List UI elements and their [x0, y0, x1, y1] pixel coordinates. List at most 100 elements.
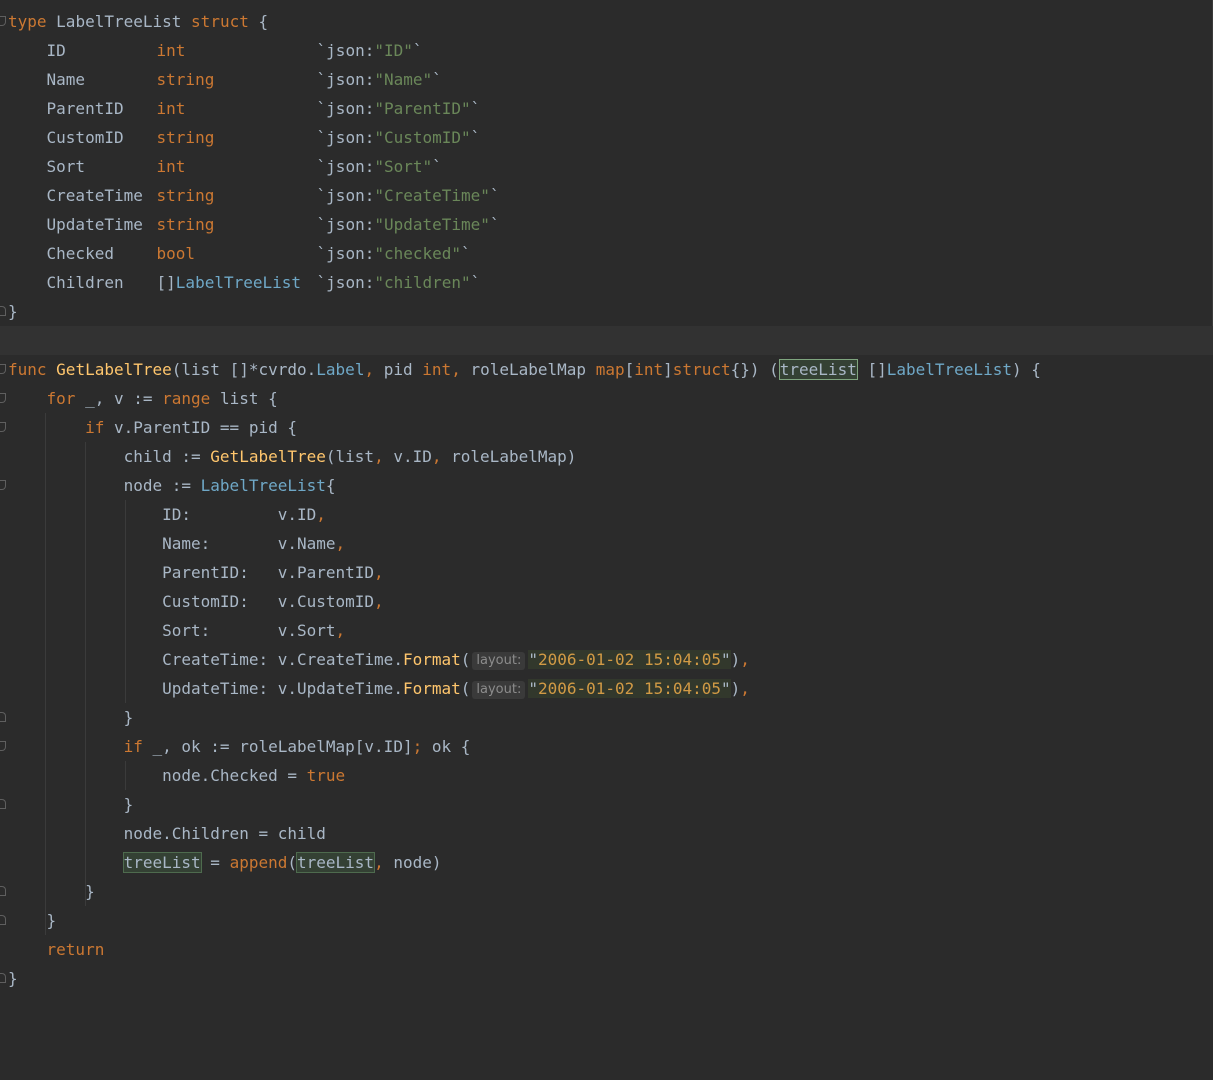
code-line[interactable]: ParentID: v.ParentID, — [0, 558, 1213, 587]
struct-value: v.Name — [277, 534, 336, 553]
struct-value: v.Sort — [277, 621, 336, 640]
field-name: Checked — [46, 244, 114, 263]
fold-icon[interactable] — [0, 799, 6, 809]
tag-key: json: — [326, 273, 375, 292]
fold-icon[interactable] — [0, 393, 6, 403]
caret-line[interactable] — [0, 326, 1213, 355]
fold-icon[interactable] — [0, 364, 6, 374]
struct-value: v.CreateTime. — [277, 650, 403, 669]
field-name: ParentID — [46, 99, 124, 118]
code-line[interactable]: } — [0, 906, 1213, 935]
field-name: Children — [46, 273, 124, 292]
fold-icon[interactable] — [0, 973, 6, 983]
brace: } — [123, 708, 134, 727]
keyword: struct — [191, 12, 249, 31]
code-line[interactable]: func GetLabelTree(list []*cvrdo.Label, p… — [0, 355, 1213, 384]
code-text: (list — [325, 447, 375, 466]
fold-icon[interactable] — [0, 480, 6, 490]
usage-highlight[interactable]: treeList — [295, 852, 376, 873]
fold-icon[interactable] — [0, 422, 6, 432]
field-name: UpdateTime — [46, 215, 143, 234]
field-type: int — [156, 41, 186, 60]
parameter-hint: layout: — [472, 652, 526, 670]
tag-value: "CustomID" — [374, 128, 471, 147]
param-type: []*cvrdo. — [229, 360, 317, 379]
code-line[interactable]: ID: v.ID, — [0, 500, 1213, 529]
code-line[interactable]: CustomID string `json:"CustomID"` — [0, 123, 1213, 152]
keyword: return — [46, 940, 105, 959]
code-line[interactable]: Sort int `json:"Sort"` — [0, 152, 1213, 181]
code-line[interactable]: Name: v.Name, — [0, 529, 1213, 558]
struct-key: Name: — [162, 534, 278, 553]
method-call: Format — [402, 679, 461, 698]
struct-key: ParentID: — [162, 563, 278, 582]
keyword: type — [8, 12, 47, 31]
code-line[interactable]: } — [0, 703, 1213, 732]
keyword: if — [123, 737, 143, 756]
code-line[interactable]: if v.ParentID == pid { — [0, 413, 1213, 442]
code-line[interactable]: child := GetLabelTree(list, v.ID, roleLa… — [0, 442, 1213, 471]
code-line[interactable]: type LabelTreeList struct { — [0, 7, 1213, 36]
code-line[interactable]: UpdateTime: v.UpdateTime.Format(layout: "… — [0, 674, 1213, 703]
tag-value: "UpdateTime" — [374, 215, 490, 234]
code-line[interactable]: Children []LabelTreeList `json:"children"` — [0, 268, 1213, 297]
struct-value: v.ParentID — [277, 563, 375, 582]
date-layout-string[interactable]: "2006-01-02 15:04:05" — [528, 650, 731, 669]
struct-name: LabelTreeList — [56, 12, 182, 31]
code-line[interactable]: } — [0, 297, 1213, 326]
code-line[interactable]: ParentID int `json:"ParentID"` — [0, 94, 1213, 123]
field-name: ID — [46, 41, 66, 60]
code-line[interactable]: } — [0, 964, 1213, 993]
fold-icon[interactable] — [0, 306, 6, 316]
code-line[interactable]: ID int `json:"ID"` — [0, 36, 1213, 65]
code-line[interactable]: Sort: v.Sort, — [0, 616, 1213, 645]
struct-key: CustomID: — [162, 592, 278, 611]
code-line[interactable]: node.Checked = true — [0, 761, 1213, 790]
return-type: LabelTreeList — [886, 360, 1012, 379]
field-type: string — [156, 70, 215, 89]
code-line[interactable]: CreateTime: v.CreateTime.Format(layout: "… — [0, 645, 1213, 674]
fold-icon[interactable] — [0, 741, 6, 751]
param-type: int — [422, 360, 452, 379]
struct-key: Sort: — [162, 621, 278, 640]
slice-prefix: [] — [156, 273, 176, 292]
field-type: int — [156, 99, 186, 118]
tag-value: "Name" — [374, 70, 433, 89]
string-literal: 2006-01-02 15:04:05 — [537, 650, 722, 669]
code-line[interactable]: UpdateTime string `json:"UpdateTime"` — [0, 210, 1213, 239]
struct-value: v.CustomID — [277, 592, 375, 611]
fold-icon[interactable] — [0, 915, 6, 925]
code-line[interactable]: if _, ok := roleLabelMap[v.ID]; ok { — [0, 732, 1213, 761]
fold-icon[interactable] — [0, 16, 6, 26]
field-type: string — [156, 215, 215, 234]
type-ref: LabelTreeList — [200, 476, 326, 495]
code-editor[interactable]: type LabelTreeList struct { ID int `json:"… — [0, 0, 1213, 993]
fold-icon[interactable] — [0, 712, 6, 722]
code-line[interactable]: node.Children = child — [0, 819, 1213, 848]
fold-icon[interactable] — [0, 886, 6, 896]
code-line[interactable]: } — [0, 877, 1213, 906]
code-line[interactable]: CustomID: v.CustomID, — [0, 587, 1213, 616]
code-line[interactable]: return — [0, 935, 1213, 964]
tag-key: json: — [326, 215, 375, 234]
tag-key: json: — [326, 70, 375, 89]
struct-value: v.UpdateTime. — [277, 679, 403, 698]
code-text: child := — [123, 447, 211, 466]
tag-value: "ID" — [374, 41, 413, 60]
slice-prefix: [] — [867, 360, 887, 379]
code-line[interactable]: } — [0, 790, 1213, 819]
date-layout-string[interactable]: "2006-01-02 15:04:05" — [528, 679, 731, 698]
param-name: list — [181, 360, 220, 379]
code-line[interactable]: node := LabelTreeList{ — [0, 471, 1213, 500]
field-name: Name — [46, 70, 86, 89]
code-line[interactable]: CreateTime string `json:"CreateTime"` — [0, 181, 1213, 210]
code-line[interactable]: Name string `json:"Name"` — [0, 65, 1213, 94]
code-line[interactable]: Checked bool `json:"checked"` — [0, 239, 1213, 268]
keyword: for — [46, 389, 76, 408]
keyword: func — [8, 360, 47, 379]
code-line[interactable]: for _, v := range list { — [0, 384, 1213, 413]
usage-highlight[interactable]: treeList — [122, 852, 202, 873]
param-type: map — [595, 360, 625, 379]
return-var-highlight[interactable]: treeList — [778, 359, 858, 380]
code-line[interactable]: treeList = append(treeList, node) — [0, 848, 1213, 877]
